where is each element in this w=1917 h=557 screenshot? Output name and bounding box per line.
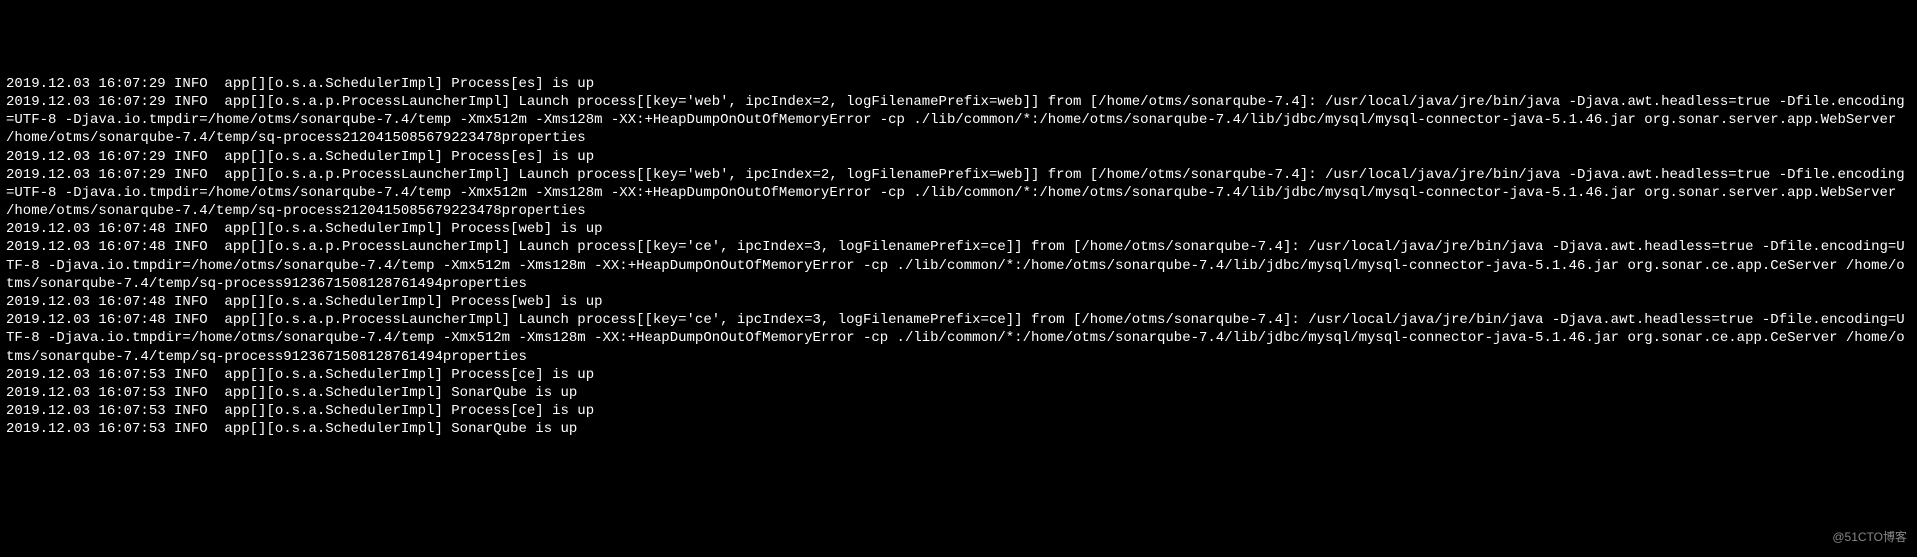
- log-line: 2019.12.03 16:07:53 INFO app[][o.s.a.Sch…: [6, 420, 1911, 438]
- log-line: 2019.12.03 16:07:29 INFO app[][o.s.a.p.P…: [6, 93, 1911, 148]
- watermark-text: @51CTO博客: [1832, 530, 1907, 546]
- log-line: 2019.12.03 16:07:29 INFO app[][o.s.a.p.P…: [6, 166, 1911, 221]
- log-line: 2019.12.03 16:07:48 INFO app[][o.s.a.Sch…: [6, 220, 1911, 238]
- log-line: 2019.12.03 16:07:53 INFO app[][o.s.a.Sch…: [6, 402, 1911, 420]
- log-line: 2019.12.03 16:07:29 INFO app[][o.s.a.Sch…: [6, 75, 1911, 93]
- log-line: 2019.12.03 16:07:48 INFO app[][o.s.a.p.P…: [6, 311, 1911, 366]
- terminal-output[interactable]: 2019.12.03 16:07:29 INFO app[][o.s.a.Sch…: [6, 75, 1911, 439]
- log-line: 2019.12.03 16:07:53 INFO app[][o.s.a.Sch…: [6, 384, 1911, 402]
- log-line: 2019.12.03 16:07:29 INFO app[][o.s.a.Sch…: [6, 148, 1911, 166]
- log-line: 2019.12.03 16:07:48 INFO app[][o.s.a.Sch…: [6, 293, 1911, 311]
- log-line: 2019.12.03 16:07:53 INFO app[][o.s.a.Sch…: [6, 366, 1911, 384]
- log-line: 2019.12.03 16:07:48 INFO app[][o.s.a.p.P…: [6, 238, 1911, 293]
